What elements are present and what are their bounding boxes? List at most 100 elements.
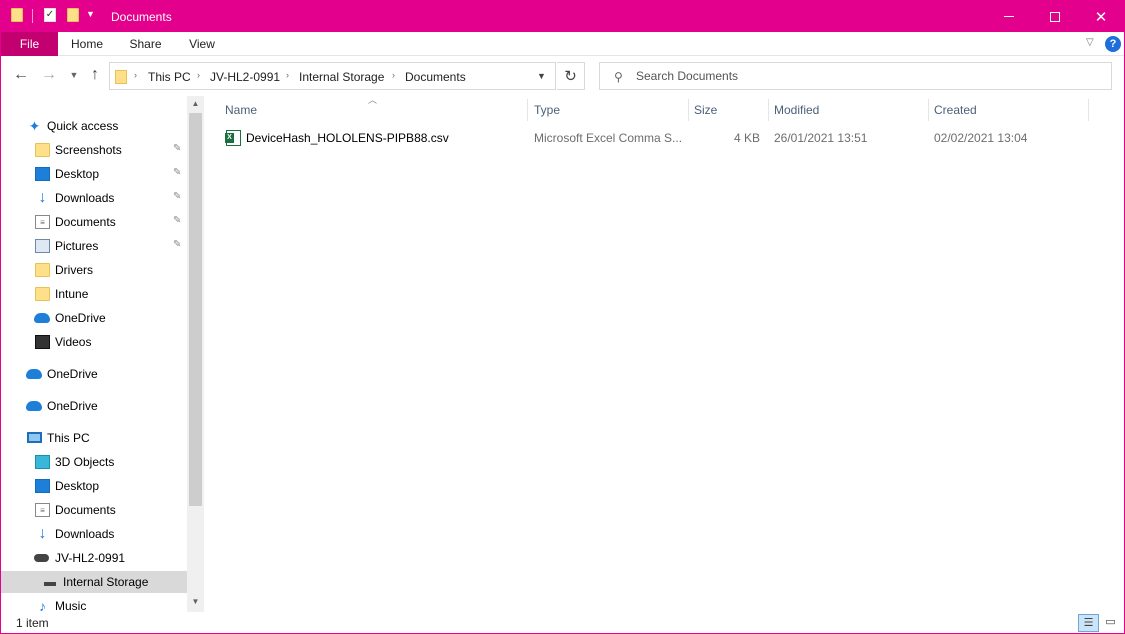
nav-item-pictures[interactable]: Pictures ✎ xyxy=(1,235,187,257)
pin-icon[interactable]: ✎ xyxy=(173,143,181,154)
desktop-icon xyxy=(35,167,50,181)
window-title: Documents xyxy=(111,10,172,24)
3d-objects-icon xyxy=(35,455,50,469)
pin-icon[interactable]: ✎ xyxy=(173,215,181,226)
refresh-icon: ↻ xyxy=(564,68,577,85)
nav-item-documents[interactable]: ≡ Documents ✎ xyxy=(1,211,187,233)
column-header-modified[interactable]: Modified xyxy=(754,96,914,124)
customize-quick-access-icon[interactable]: ▼ xyxy=(86,9,95,19)
address-history-chevron-icon[interactable]: ▼ xyxy=(537,71,546,81)
breadcrumb-internal-storage[interactable]: Internal Storage xyxy=(299,70,384,84)
file-created: 02/02/2021 13:04 xyxy=(934,131,1028,145)
search-box[interactable]: ⚲ xyxy=(599,62,1112,90)
computer-icon xyxy=(27,432,42,443)
nav-item-label: Desktop xyxy=(55,167,100,181)
nav-item-downloads[interactable]: ↓ Downloads ✎ xyxy=(1,187,187,209)
nav-item-onedrive-quick[interactable]: OneDrive xyxy=(1,307,187,329)
nav-item-onedrive-1[interactable]: OneDrive xyxy=(1,363,187,385)
breadcrumb-separator-icon[interactable]: › xyxy=(286,70,289,80)
nav-item-label: Music xyxy=(55,599,87,613)
nav-item-intune[interactable]: Intune xyxy=(1,283,187,305)
forward-arrow-icon[interactable]: → xyxy=(38,64,60,86)
tab-home[interactable]: Home xyxy=(58,32,116,56)
properties-icon[interactable]: ✓ xyxy=(44,8,56,22)
table-row[interactable]: X DeviceHash_HOLOLENS-PIPB88.csv Microso… xyxy=(221,127,1101,149)
scrollbar-thumb[interactable] xyxy=(189,113,202,506)
nav-item-this-pc[interactable]: This PC xyxy=(1,427,187,449)
status-bar: 1 item ☰ ▭ xyxy=(1,612,1124,633)
ribbon-tabs: File Home Share View ▽ ? xyxy=(1,32,1124,56)
breadcrumb-device[interactable]: JV-HL2-0991 xyxy=(210,70,280,84)
nav-item-label: Quick access xyxy=(47,119,119,133)
file-type: Microsoft Excel Comma S... xyxy=(534,131,683,145)
breadcrumb-separator-icon[interactable]: › xyxy=(392,70,395,80)
nav-item-label: OneDrive xyxy=(47,399,98,413)
nav-item-videos[interactable]: Videos xyxy=(1,331,187,353)
nav-item-downloads-pc[interactable]: ↓ Downloads xyxy=(1,523,187,545)
breadcrumb-this-pc[interactable]: This PC xyxy=(148,70,191,84)
nav-item-label: Videos xyxy=(55,335,92,349)
pin-icon[interactable]: ✎ xyxy=(173,239,181,250)
nav-item-label: Internal Storage xyxy=(63,575,149,589)
pin-icon[interactable]: ✎ xyxy=(173,167,181,178)
maximize-icon xyxy=(1050,11,1060,22)
document-icon: ≡ xyxy=(35,503,50,517)
minimize-button[interactable] xyxy=(986,1,1032,32)
expand-ribbon-icon[interactable]: ▽ xyxy=(1086,37,1094,48)
column-header-type[interactable]: Type xyxy=(514,96,674,124)
folder-icon xyxy=(35,263,50,277)
navigation-pane: ✦ Quick access Screenshots ✎ Desktop ✎ ↓… xyxy=(1,96,204,613)
nav-item-label: Documents xyxy=(55,215,116,229)
column-header-size[interactable]: Size xyxy=(674,96,764,124)
folder-icon xyxy=(35,143,50,157)
scroll-up-icon[interactable]: ▲ xyxy=(187,96,204,112)
nav-item-screenshots[interactable]: Screenshots ✎ xyxy=(1,139,187,161)
nav-item-label: Drivers xyxy=(55,263,93,277)
nav-item-3d-objects[interactable]: 3D Objects xyxy=(1,451,187,473)
close-icon: ✕ xyxy=(1094,8,1108,26)
nav-item-desktop[interactable]: Desktop ✎ xyxy=(1,163,187,185)
maximize-button[interactable] xyxy=(1032,1,1078,32)
pin-icon[interactable]: ✎ xyxy=(173,191,181,202)
file-name: DeviceHash_HOLOLENS-PIPB88.csv xyxy=(246,131,449,145)
tab-view[interactable]: View xyxy=(175,32,229,56)
onedrive-icon xyxy=(34,313,50,323)
nav-item-label: Pictures xyxy=(55,239,99,253)
tab-share[interactable]: Share xyxy=(116,32,175,56)
folder-icon xyxy=(35,287,50,301)
help-icon[interactable]: ? xyxy=(1105,36,1121,52)
nav-item-drivers[interactable]: Drivers xyxy=(1,259,187,281)
nav-item-label: Desktop xyxy=(55,479,100,493)
nav-item-onedrive-2[interactable]: OneDrive xyxy=(1,395,187,417)
column-header-name[interactable]: Name xyxy=(205,96,527,124)
minimize-icon xyxy=(1004,16,1014,17)
nav-scrollbar[interactable]: ▲ ▼ xyxy=(187,96,204,612)
close-button[interactable]: ✕ xyxy=(1078,1,1124,32)
nav-item-label: Intune xyxy=(55,287,89,301)
column-divider[interactable] xyxy=(1088,99,1089,121)
address-bar[interactable]: › This PC › JV-HL2-0991 › Internal Stora… xyxy=(109,62,556,90)
nav-item-hololens-device[interactable]: JV-HL2-0991 xyxy=(1,547,187,569)
nav-item-quick-access[interactable]: ✦ Quick access xyxy=(1,115,187,137)
nav-item-documents-pc[interactable]: ≡ Documents xyxy=(1,499,187,521)
nav-item-internal-storage[interactable]: Internal Storage xyxy=(1,571,187,593)
refresh-button[interactable]: ↻ xyxy=(557,62,585,90)
breadcrumb-separator-icon[interactable]: › xyxy=(197,70,200,80)
large-icons-view-icon[interactable]: ▭ xyxy=(1100,614,1121,632)
breadcrumb-separator-icon[interactable]: › xyxy=(134,70,137,80)
videos-icon xyxy=(35,335,50,349)
back-arrow-icon[interactable]: ← xyxy=(10,64,32,86)
details-view-icon[interactable]: ☰ xyxy=(1078,614,1099,632)
recent-locations-chevron-icon[interactable]: ▼ xyxy=(63,64,85,86)
folder-icon[interactable] xyxy=(11,8,23,22)
new-folder-icon[interactable] xyxy=(67,8,79,22)
tab-file[interactable]: File xyxy=(1,32,58,56)
column-header-created[interactable]: Created xyxy=(914,96,1074,124)
nav-item-desktop-pc[interactable]: Desktop xyxy=(1,475,187,497)
breadcrumb-documents[interactable]: Documents xyxy=(405,70,466,84)
pictures-icon xyxy=(35,239,50,253)
up-arrow-icon[interactable]: ↑ xyxy=(84,64,106,86)
search-input[interactable] xyxy=(636,68,1096,84)
nav-item-label: OneDrive xyxy=(47,367,98,381)
scroll-down-icon[interactable]: ▼ xyxy=(187,594,204,610)
